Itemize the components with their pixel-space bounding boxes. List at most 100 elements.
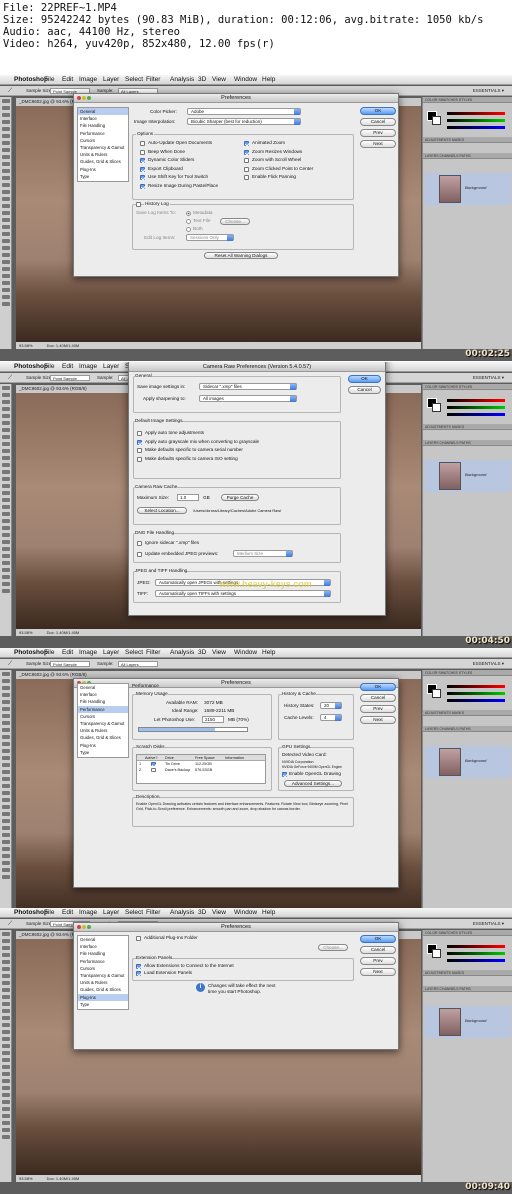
tool-icon[interactable] <box>2 225 10 229</box>
tool-icon[interactable] <box>2 1058 10 1062</box>
zoom-level[interactable]: 93.58% <box>19 630 33 635</box>
tool-icon[interactable] <box>2 148 10 152</box>
layer-row[interactable]: Background <box>425 173 511 205</box>
tool-icon[interactable] <box>2 491 10 495</box>
sample-size-select[interactable]: Point Sample <box>50 661 90 667</box>
zoom-icon[interactable] <box>87 96 91 100</box>
tool-icon[interactable] <box>2 721 10 725</box>
tool-icon[interactable] <box>2 672 10 676</box>
tool-icon[interactable] <box>2 253 10 257</box>
menu-layer[interactable]: Layer <box>103 75 119 84</box>
menu-filter[interactable]: Filter <box>146 75 160 84</box>
tool-icon[interactable] <box>2 540 10 544</box>
zoom-level[interactable]: 93.58% <box>19 1176 33 1181</box>
menu-help[interactable]: Help <box>262 75 275 84</box>
menu-analysis[interactable]: Analysis <box>170 75 194 84</box>
tool-icon[interactable] <box>2 1128 10 1132</box>
category-item[interactable]: Type <box>78 173 128 180</box>
tool-icon[interactable] <box>2 162 10 166</box>
category-item[interactable]: Plug-Ins <box>78 166 128 173</box>
menu-analysis[interactable]: Analysis <box>170 648 194 657</box>
category-item[interactable]: General <box>78 936 128 943</box>
menu-3d[interactable]: 3D <box>198 75 206 84</box>
tool-icon[interactable] <box>2 854 10 858</box>
menu-analysis[interactable]: Analysis <box>170 908 194 917</box>
category-item[interactable]: General <box>78 684 128 691</box>
tool-icon[interactable] <box>2 386 10 390</box>
menu-photoshop[interactable]: Photoshop <box>14 362 48 371</box>
history-states-input[interactable]: 20 <box>320 702 342 709</box>
tiff-handling-select[interactable]: Automatically open TIFFs with settings <box>155 590 331 597</box>
tool-icon[interactable] <box>2 554 10 558</box>
tool-icon[interactable] <box>2 1135 10 1139</box>
tool-icon[interactable] <box>2 1044 10 1048</box>
ok-button[interactable]: OK <box>360 683 396 691</box>
tool-icon[interactable] <box>2 267 10 271</box>
checkbox-row[interactable]: Dynamic Color Sliders <box>140 157 250 164</box>
tool-icon[interactable] <box>2 421 10 425</box>
checkbox-row[interactable]: Make defaults specific to camera serial … <box>137 447 247 454</box>
tool-icon[interactable] <box>2 190 10 194</box>
menu-window[interactable]: Window <box>234 648 257 657</box>
eyedropper-icon[interactable]: ⟋ <box>8 659 12 669</box>
tool-icon[interactable] <box>2 812 10 816</box>
tool-icon[interactable] <box>2 714 10 718</box>
tool-icon[interactable] <box>2 449 10 453</box>
tool-icon[interactable] <box>2 400 10 404</box>
tool-icon[interactable] <box>2 589 10 593</box>
menu-file[interactable]: File <box>44 75 54 84</box>
tool-icon[interactable] <box>2 953 10 957</box>
tool-icon[interactable] <box>2 756 10 760</box>
edit-log-items-select[interactable]: Sessions Only <box>186 234 234 241</box>
cancel-button[interactable]: Cancel <box>360 946 396 954</box>
tool-icon[interactable] <box>2 728 10 732</box>
menu-edit[interactable]: Edit <box>62 75 73 84</box>
tool-icon[interactable] <box>2 99 10 103</box>
update-jpeg-checkbox[interactable] <box>137 552 142 557</box>
tool-icon[interactable] <box>2 1100 10 1104</box>
enable-opengl-checkbox[interactable] <box>282 772 287 777</box>
category-item[interactable]: Performance <box>78 130 128 137</box>
menu-image[interactable]: Image <box>79 362 97 371</box>
checkbox-row[interactable]: Animated Zoom <box>244 140 354 147</box>
menu-view[interactable]: View <box>212 908 226 917</box>
history-log-checkbox[interactable] <box>136 202 141 207</box>
tool-icon[interactable] <box>2 1065 10 1069</box>
tool-icon[interactable] <box>2 840 10 844</box>
checkbox[interactable] <box>244 166 249 172</box>
tool-icon[interactable] <box>2 547 10 551</box>
tool-icon[interactable] <box>2 819 10 823</box>
category-item[interactable]: Units & Rulers <box>78 727 128 734</box>
close-icon[interactable] <box>77 925 81 929</box>
tool-icon[interactable] <box>2 932 10 936</box>
tool-icon[interactable] <box>2 1002 10 1006</box>
tool-icon[interactable] <box>2 435 10 439</box>
tool-icon[interactable] <box>2 1093 10 1097</box>
tool-icon[interactable] <box>2 414 10 418</box>
active-checkbox[interactable] <box>151 767 156 772</box>
load-extensions-checkbox[interactable] <box>136 971 141 976</box>
tool-icon[interactable] <box>2 134 10 138</box>
checkbox[interactable] <box>137 431 142 436</box>
ok-button[interactable]: OK <box>360 935 396 943</box>
menu-layer[interactable]: Layer <box>103 362 119 371</box>
menu-layer[interactable]: Layer <box>103 908 119 917</box>
tool-icon[interactable] <box>2 505 10 509</box>
menu-edit[interactable]: Edit <box>62 362 73 371</box>
checkbox-row[interactable]: Zoom Resizes Windows <box>244 149 354 156</box>
table-row[interactable]: 2 Dave's Backup 576.53GB <box>137 767 265 773</box>
next-button[interactable]: Next <box>360 968 396 976</box>
tool-icon[interactable] <box>2 868 10 872</box>
tool-icon[interactable] <box>2 686 10 690</box>
cancel-button[interactable]: Cancel <box>360 118 396 126</box>
layer-row[interactable]: Background <box>425 746 511 778</box>
tool-icon[interactable] <box>2 463 10 467</box>
tool-icon[interactable] <box>2 946 10 950</box>
advanced-settings-button[interactable]: Advanced Settings... <box>284 780 342 787</box>
menu-select[interactable]: Select <box>125 908 143 917</box>
tool-icon[interactable] <box>2 960 10 964</box>
checkbox-row[interactable]: Beep When Done <box>140 149 250 156</box>
tool-icon[interactable] <box>2 1051 10 1055</box>
tool-icon[interactable] <box>2 456 10 460</box>
checkbox-row[interactable]: Enable Flick Panning <box>244 174 354 181</box>
